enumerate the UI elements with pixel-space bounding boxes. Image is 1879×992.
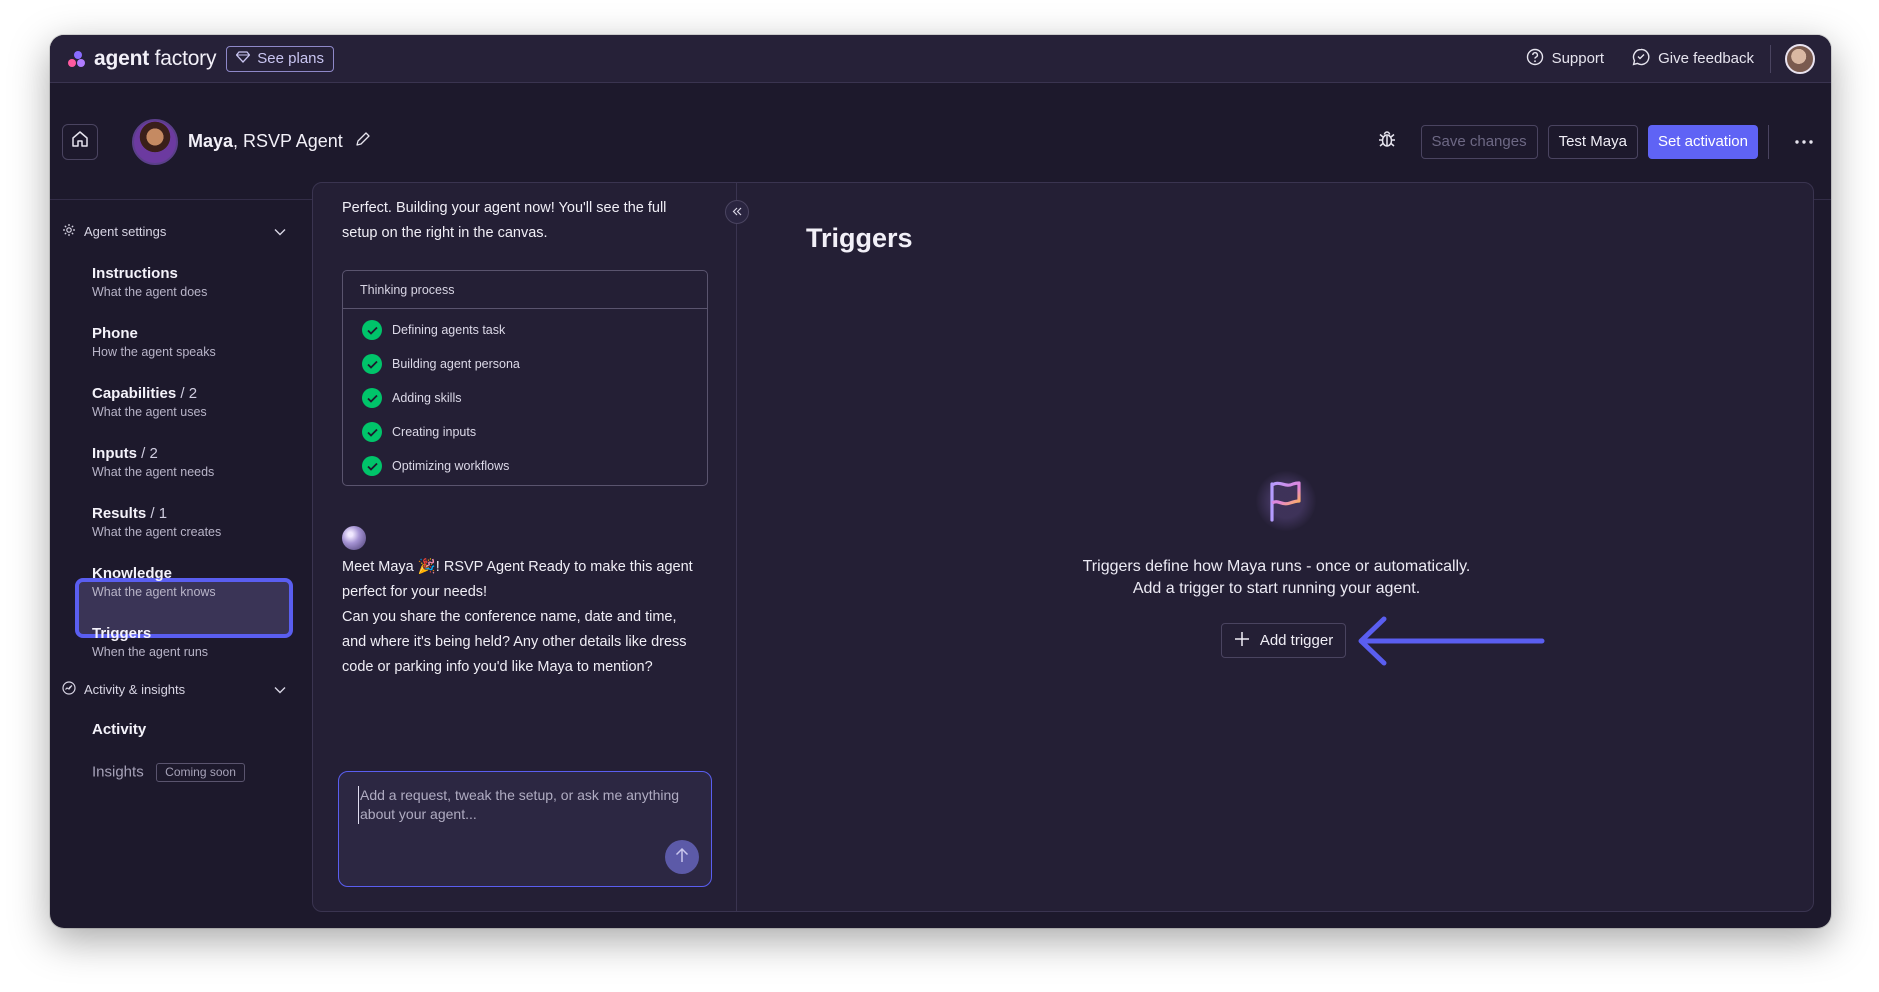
assistant-message: Perfect. Building your agent now! You'll… xyxy=(342,200,667,241)
user-avatar[interactable] xyxy=(1785,43,1815,74)
flag-icon xyxy=(1256,471,1316,531)
assistant-orb-icon xyxy=(342,526,366,550)
page-title: Triggers xyxy=(806,223,913,253)
double-chevron-left-icon xyxy=(732,203,742,221)
test-maya-button[interactable]: Test Maya xyxy=(1547,124,1638,159)
see-plans-label: See plans xyxy=(257,50,324,67)
sidebar-item-title: Phone xyxy=(92,325,138,342)
agent-title: Maya, RSVP Agent xyxy=(188,131,343,151)
edit-name-icon[interactable] xyxy=(355,131,371,152)
home-button[interactable] xyxy=(62,123,98,160)
brand-logo[interactable]: agent factory xyxy=(66,47,216,71)
sidebar-item-subtitle: What the agent does xyxy=(92,285,208,299)
debug-bug-icon[interactable] xyxy=(1377,129,1397,154)
agent-settings-section[interactable]: Agent settings xyxy=(62,223,286,240)
gear-icon xyxy=(62,223,76,240)
add-trigger-button[interactable]: Add trigger xyxy=(1221,623,1346,658)
sidebar-item-insights: Insights Coming soon xyxy=(92,763,302,782)
agent-settings-label: Agent settings xyxy=(84,224,167,239)
chat-pane: Perfect. Building your agent now! You'll… xyxy=(313,183,737,911)
check-circle-icon xyxy=(362,456,382,476)
thinking-step: Optimizing workflows xyxy=(343,449,707,483)
help-circle-icon xyxy=(1526,48,1544,70)
assistant-message: Meet Maya 🎉! RSVP Agent Ready to make th… xyxy=(342,559,693,675)
collapse-chat-button[interactable] xyxy=(725,200,749,224)
check-circle-icon xyxy=(362,320,382,340)
settings-sidebar: Agent settings Instructions What the age… xyxy=(50,201,305,928)
agent-avatar xyxy=(132,118,178,165)
sidebar-item-phone[interactable]: Phone How the agent speaks xyxy=(92,325,302,359)
thinking-process-card: Thinking process Defining agents task Bu… xyxy=(342,270,708,486)
coming-soon-badge: Coming soon xyxy=(156,763,245,782)
check-circle-icon xyxy=(362,388,382,408)
chat-bubble-icon xyxy=(1632,48,1650,70)
check-circle-icon xyxy=(362,422,382,442)
see-plans-button[interactable]: See plans xyxy=(226,45,334,72)
thinking-step: Defining agents task xyxy=(343,313,707,347)
agent-factory-logo-icon xyxy=(66,50,86,68)
sidebar-item-subtitle: What the agent creates xyxy=(92,525,222,539)
sidebar-item-title: Activity xyxy=(92,721,147,738)
activity-insights-section[interactable]: Activity & insights xyxy=(62,681,286,698)
send-button[interactable] xyxy=(665,840,699,874)
sidebar-item-title: Triggers xyxy=(92,625,152,642)
composer-input[interactable]: Add a request, tweak the setup, or ask m… xyxy=(358,786,698,824)
sidebar-item-instructions[interactable]: Instructions What the agent does xyxy=(92,265,302,299)
sidebar-item-subtitle: What the agent needs xyxy=(92,465,215,479)
sidebar-item-results[interactable]: Results / 1 What the agent creates xyxy=(92,505,302,539)
save-changes-button[interactable]: Save changes xyxy=(1420,124,1538,159)
diamond-icon xyxy=(235,50,251,67)
annotation-arrow-left-icon xyxy=(1356,614,1546,673)
thinking-step: Creating inputs xyxy=(343,415,707,449)
sidebar-item-title: Inputs / 2 xyxy=(92,445,158,462)
sidebar-item-inputs[interactable]: Inputs / 2 What the agent needs xyxy=(92,445,302,479)
sidebar-item-title: Results / 1 xyxy=(92,505,168,522)
chat-composer[interactable]: Add a request, tweak the setup, or ask m… xyxy=(338,771,712,887)
builder-panel: Perfect. Building your agent now! You'll… xyxy=(312,182,1814,912)
more-options-icon[interactable] xyxy=(1789,139,1819,144)
add-trigger-label: Add trigger xyxy=(1259,632,1334,649)
sidebar-item-triggers[interactable]: Triggers When the agent runs xyxy=(92,625,302,659)
give-feedback-link[interactable]: Give feedback xyxy=(1632,48,1754,70)
sidebar-item-title: Knowledge xyxy=(92,565,173,582)
sidebar-item-title: Capabilities / 2 xyxy=(92,385,198,402)
sidebar-item-capabilities[interactable]: Capabilities / 2 What the agent uses xyxy=(92,385,302,419)
check-circle-icon xyxy=(362,354,382,374)
sidebar-item-activity[interactable]: Activity xyxy=(92,721,302,738)
sidebar-item-subtitle: When the agent runs xyxy=(92,645,209,659)
arrow-up-icon xyxy=(675,847,689,868)
chevron-down-icon xyxy=(274,224,286,239)
plus-icon xyxy=(1234,631,1250,651)
gauge-icon xyxy=(62,681,76,698)
home-icon xyxy=(71,130,89,153)
support-label: Support xyxy=(1551,50,1605,67)
header-divider xyxy=(1768,124,1769,159)
sidebar-item-subtitle: How the agent speaks xyxy=(92,345,216,359)
support-link[interactable]: Support xyxy=(1526,48,1605,70)
app-window: agent factory See plans Support Give fee… xyxy=(50,35,1831,928)
sidebar-item-subtitle: What the agent uses xyxy=(92,405,207,419)
sidebar-item-subtitle: What the agent knows xyxy=(92,585,216,599)
canvas-pane: Triggers Triggers define how Maya runs -… xyxy=(738,183,1813,911)
empty-state-text: Triggers define how Maya runs - once or … xyxy=(1082,558,1471,597)
thinking-step: Building agent persona xyxy=(343,347,707,381)
thinking-step: Adding skills xyxy=(343,381,707,415)
chevron-down-icon xyxy=(274,682,286,697)
brand-name: agent factory xyxy=(94,46,217,70)
activity-insights-label: Activity & insights xyxy=(84,682,186,697)
thinking-process-title: Thinking process xyxy=(343,271,707,309)
sidebar-item-knowledge[interactable]: Knowledge What the agent knows xyxy=(92,565,302,599)
topbar-divider xyxy=(1770,44,1771,73)
set-activation-button[interactable]: Set activation xyxy=(1647,124,1758,159)
give-feedback-label: Give feedback xyxy=(1658,50,1754,67)
sidebar-item-title: Instructions xyxy=(92,265,178,282)
sidebar-item-title: Insights xyxy=(92,763,144,781)
top-bar: agent factory See plans Support Give fee… xyxy=(50,35,1831,83)
